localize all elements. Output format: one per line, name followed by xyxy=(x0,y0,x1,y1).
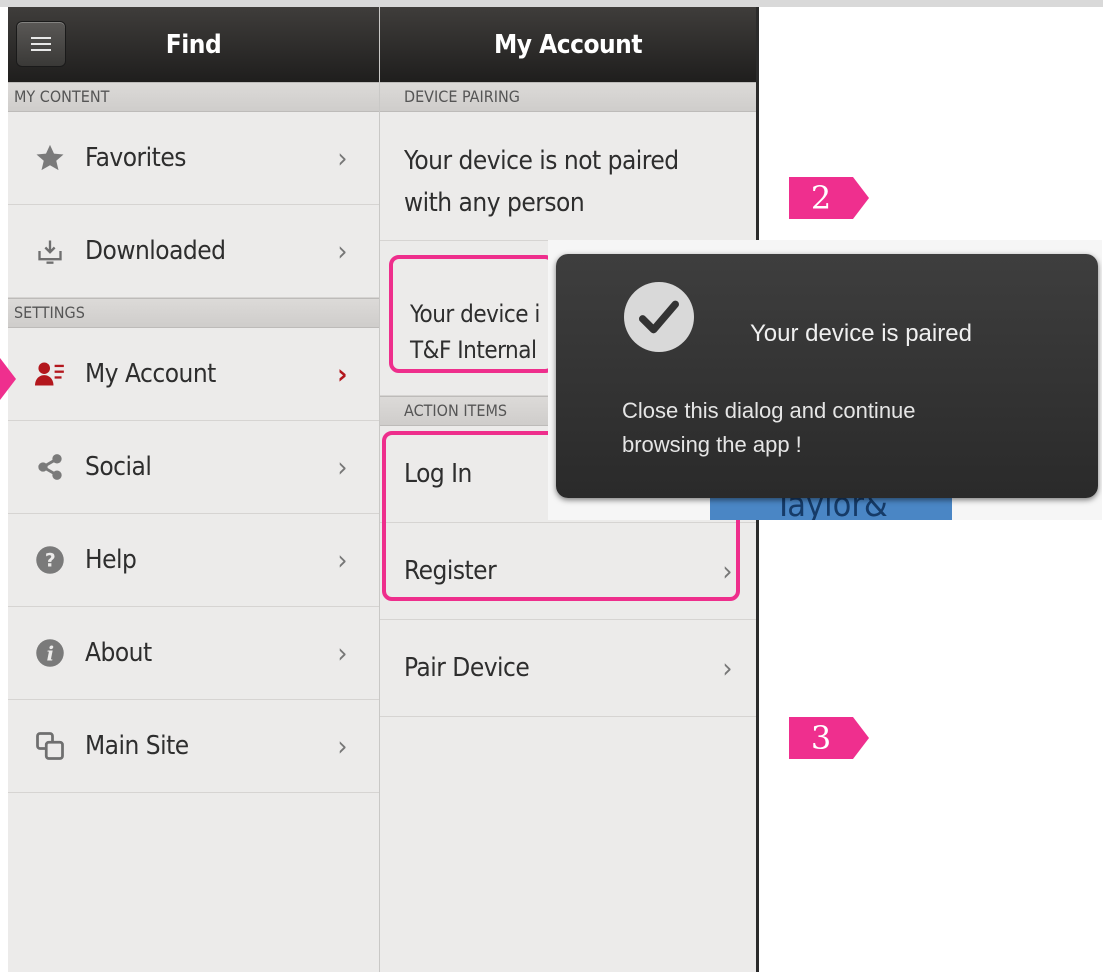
paired-dialog[interactable]: Your device is paired Close this dialog … xyxy=(556,254,1098,498)
pair-device-item[interactable]: Pair Device › xyxy=(380,620,756,717)
section-my-content: MY CONTENT xyxy=(8,82,379,112)
download-icon xyxy=(35,236,65,266)
chevron-right-icon: › xyxy=(337,141,347,175)
sidebar-item-downloaded[interactable]: Downloaded › xyxy=(8,205,379,298)
menu-bar-icon xyxy=(31,37,51,39)
step-marker-3: 3 xyxy=(789,717,869,759)
sidebar-item-label: Main Site xyxy=(85,731,189,761)
menu-bar-icon xyxy=(31,49,51,51)
menu-bar-icon xyxy=(31,43,51,45)
chevron-right-icon: › xyxy=(337,357,347,391)
sidebar-item-label: Downloaded xyxy=(85,236,226,266)
share-icon xyxy=(35,452,65,482)
checkmark-icon xyxy=(624,282,694,352)
step-marker-2: 2 xyxy=(789,177,869,219)
menu-button[interactable] xyxy=(16,21,66,67)
chevron-right-icon: › xyxy=(337,450,347,484)
sidebar-item-label: Social xyxy=(85,452,152,482)
pointer-arrow-icon xyxy=(0,358,16,400)
find-title: Find xyxy=(165,29,222,60)
info-icon: i xyxy=(35,638,65,668)
sidebar-item-about[interactable]: i About › xyxy=(8,607,379,700)
help-icon: ? xyxy=(35,545,65,575)
chevron-right-icon: › xyxy=(337,636,347,670)
sidebar-item-label: Help xyxy=(85,545,137,575)
chevron-right-icon: › xyxy=(337,234,347,268)
pairing-status-message: Your device is not paired with any perso… xyxy=(380,112,756,241)
chevron-right-icon: › xyxy=(337,543,347,577)
account-icon xyxy=(35,359,65,389)
find-panel: Find MY CONTENT Favorites › Downloaded ›… xyxy=(8,7,380,972)
sidebar-item-label: About xyxy=(85,638,152,668)
my-account-header: My Account xyxy=(380,7,756,82)
sidebar-item-label: Favorites xyxy=(85,143,186,173)
section-settings: SETTINGS xyxy=(8,298,379,328)
svg-text:i: i xyxy=(47,642,54,666)
top-strip xyxy=(0,0,1103,7)
pair-device-label: Pair Device xyxy=(404,653,530,683)
external-site-icon xyxy=(35,731,65,761)
paired-dialog-screenshot: Taylor& Your device is paired Close this… xyxy=(548,240,1102,520)
dialog-title: Your device is paired xyxy=(750,320,972,347)
pairing-message-line: with any person xyxy=(404,188,585,218)
chevron-right-icon: › xyxy=(722,651,732,685)
section-device-pairing: DEVICE PAIRING xyxy=(380,82,756,112)
dialog-body: Close this dialog and continue browsing … xyxy=(622,394,1042,462)
svg-text:?: ? xyxy=(45,550,55,571)
sidebar-item-social[interactable]: Social › xyxy=(8,421,379,514)
dialog-body-line: Close this dialog and continue xyxy=(622,398,916,423)
sidebar-item-favorites[interactable]: Favorites › xyxy=(8,112,379,205)
dialog-body-line: browsing the app ! xyxy=(622,432,802,457)
chevron-right-icon: › xyxy=(337,729,347,763)
sidebar-item-help[interactable]: ? Help › xyxy=(8,514,379,607)
sidebar-item-my-account[interactable]: My Account › xyxy=(8,328,379,421)
paired-highlight-box xyxy=(389,255,555,373)
sidebar-item-main-site[interactable]: Main Site › xyxy=(8,700,379,793)
my-account-title: My Account xyxy=(493,29,643,60)
pairing-message-line: Your device is not paired xyxy=(404,146,679,176)
find-header: Find xyxy=(8,7,379,82)
star-icon xyxy=(35,143,65,173)
sidebar-item-label: My Account xyxy=(85,359,216,389)
